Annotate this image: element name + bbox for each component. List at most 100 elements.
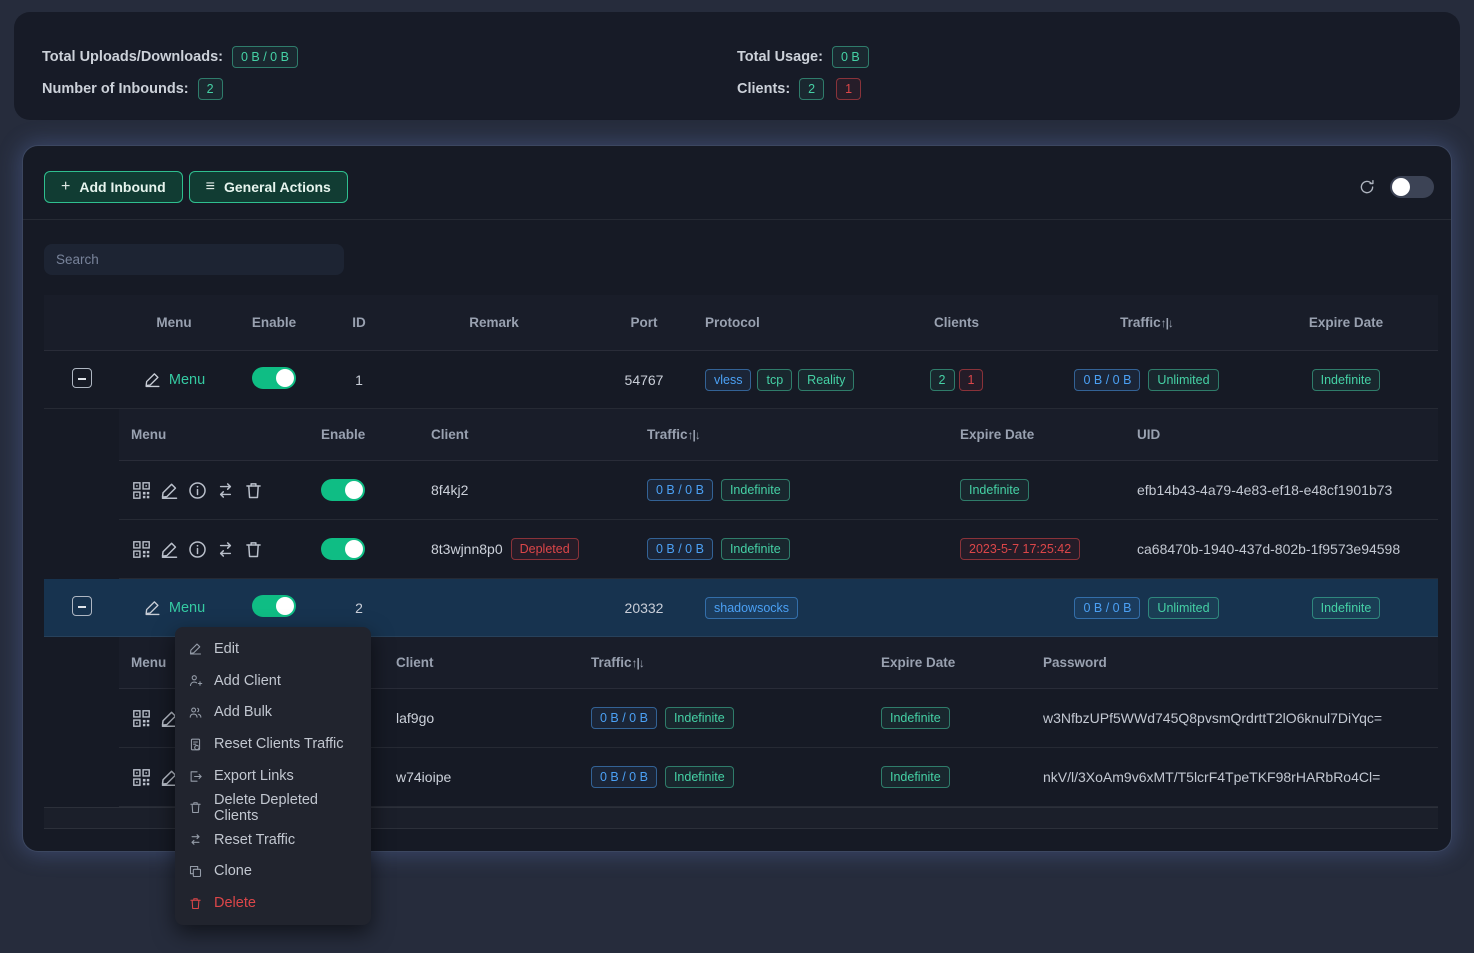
number-of-inbounds-label: Number of Inbounds: <box>42 81 189 97</box>
inbound-port: 20332 <box>589 600 699 616</box>
traffic-badge: 0 B / 0 B <box>647 479 713 501</box>
protocol-tag: vless <box>705 369 751 391</box>
traffic-limit-badge: Unlimited <box>1148 597 1218 619</box>
stats-card: Total Uploads/Downloads: 0 B / 0 B Numbe… <box>14 12 1460 120</box>
refresh-icon[interactable] <box>1358 178 1376 196</box>
clients-active-count: 2 <box>799 78 824 100</box>
traffic-badge: 0 B / 0 B <box>591 707 657 729</box>
qr-code-icon[interactable] <box>131 539 152 560</box>
info-icon[interactable] <box>187 539 208 560</box>
auto-refresh-toggle[interactable] <box>1390 176 1434 198</box>
add-inbound-label: Add Inbound <box>79 179 165 195</box>
menu-item-reset-clients-traffic[interactable]: Reset Clients Traffic <box>175 728 371 760</box>
expire-badge: Indefinite <box>960 479 1029 501</box>
enable-toggle[interactable] <box>252 367 296 389</box>
col-traffic-sortable[interactable]: Traffic↑|↓ <box>579 655 869 670</box>
col-client: Client <box>384 655 579 670</box>
col-remark: Remark <box>399 315 589 330</box>
depleted-badge: Depleted <box>511 538 579 560</box>
total-uploads-downloads-label: Total Uploads/Downloads: <box>42 49 223 65</box>
col-client: Client <box>419 427 635 442</box>
client-uid: ca68470b-1940-437d-802b-1f9573e94598 <box>1133 541 1438 557</box>
traffic-badge: 0 B / 0 B <box>591 766 657 788</box>
copy-icon <box>188 864 203 879</box>
inbound-id: 1 <box>319 372 399 388</box>
clients-table-1: Menu Enable Client Traffic↑|↓ Expire Dat… <box>119 409 1438 579</box>
trash-icon <box>188 896 203 911</box>
reset-traffic-icon[interactable] <box>215 539 236 560</box>
general-actions-label: General Actions <box>224 179 331 195</box>
menu-item-reset-traffic[interactable]: Reset Traffic <box>175 824 371 856</box>
menu-item-add-bulk[interactable]: Add Bulk <box>175 697 371 729</box>
search-input[interactable] <box>44 244 344 275</box>
clients-depleted-count: 1 <box>836 78 861 100</box>
menu-item-delete-depleted-clients[interactable]: Delete Depleted Clients <box>175 792 371 824</box>
inbound-port: 54767 <box>589 372 699 388</box>
client-row: 8f4kj2 0 B / 0 B Indefinite Indefinite e… <box>119 461 1438 520</box>
inbounds-table-header: Menu Enable ID Remark Port Protocol Clie… <box>44 295 1438 351</box>
traffic-badge: 0 B / 0 B <box>1074 369 1140 391</box>
add-inbound-button[interactable]: + Add Inbound <box>44 171 183 203</box>
expire-badge: Indefinite <box>1312 369 1381 391</box>
enable-toggle[interactable] <box>252 595 296 617</box>
menu-item-clone[interactable]: Clone <box>175 856 371 888</box>
col-expire-date: Expire Date <box>869 655 1039 670</box>
col-enable: Enable <box>309 427 419 442</box>
delete-client-icon[interactable] <box>243 539 264 560</box>
col-menu: Menu <box>119 427 309 442</box>
expire-badge: Indefinite <box>881 707 950 729</box>
protocol-tag: Reality <box>798 369 854 391</box>
reset-traffic-icon[interactable] <box>215 480 236 501</box>
traffic-limit-badge: Unlimited <box>1148 369 1218 391</box>
inbound-context-menu: Edit Add Client Add Bulk Reset Clients T… <box>175 627 371 925</box>
menu-label: Menu <box>169 600 205 616</box>
client-name: laf9go <box>384 710 579 726</box>
client-row: 8t3wjnn8p0 Depleted 0 B / 0 B Indefinite… <box>119 520 1438 579</box>
qr-code-icon[interactable] <box>131 480 152 501</box>
delete-client-icon[interactable] <box>243 480 264 501</box>
col-protocol: Protocol <box>699 315 874 330</box>
hamburger-icon: ≡ <box>206 178 215 196</box>
traffic-badge: 0 B / 0 B <box>647 538 713 560</box>
client-name: w74ioipe <box>384 769 579 785</box>
user-add-icon <box>188 673 203 688</box>
menu-item-edit[interactable]: Edit <box>175 633 371 665</box>
client-name: 8t3wjnn8p0 <box>431 541 503 557</box>
client-enable-toggle[interactable] <box>321 538 365 560</box>
info-icon[interactable] <box>187 480 208 501</box>
inbound-menu-trigger[interactable]: Menu <box>143 370 205 389</box>
col-expire-date: Expire Date <box>948 427 1133 442</box>
collapse-row-button[interactable] <box>72 368 92 388</box>
qr-code-icon[interactable] <box>131 708 152 729</box>
edit-client-icon[interactable] <box>159 539 180 560</box>
col-port: Port <box>589 315 699 330</box>
general-actions-button[interactable]: ≡ General Actions <box>189 171 348 203</box>
traffic-limit-badge: Indefinite <box>665 766 734 788</box>
export-icon <box>188 769 203 784</box>
col-traffic-sortable[interactable]: Traffic↑|↓ <box>1039 315 1254 330</box>
pencil-icon <box>188 641 203 656</box>
col-password: Password <box>1039 655 1438 670</box>
plus-icon: + <box>61 178 70 196</box>
inbound-menu-trigger[interactable]: Menu <box>143 598 205 617</box>
menu-item-export-links[interactable]: Export Links <box>175 760 371 792</box>
col-menu: Menu <box>119 315 229 330</box>
menu-item-delete[interactable]: Delete <box>175 887 371 919</box>
edit-client-icon[interactable] <box>159 480 180 501</box>
sort-icon: ↑|↓ <box>1161 316 1173 330</box>
protocol-tag: shadowsocks <box>705 597 798 619</box>
pencil-icon <box>143 370 162 389</box>
client-enable-toggle[interactable] <box>321 479 365 501</box>
col-traffic-sortable[interactable]: Traffic↑|↓ <box>635 427 948 442</box>
pencil-icon <box>143 598 162 617</box>
client-password: w3NfbzUPf5WWd745Q8pvsmQrdrttT2lO6knul7Di… <box>1039 710 1438 726</box>
menu-item-add-client[interactable]: Add Client <box>175 665 371 697</box>
qr-code-icon[interactable] <box>131 767 152 788</box>
collapse-row-button[interactable] <box>72 596 92 616</box>
client-uid: efb14b43-4a79-4e83-ef18-e48cf1901b73 <box>1133 482 1438 498</box>
expire-badge: Indefinite <box>881 766 950 788</box>
traffic-badge: 0 B / 0 B <box>1074 597 1140 619</box>
sort-icon: ↑|↓ <box>632 656 644 670</box>
number-of-inbounds-value: 2 <box>198 78 223 100</box>
toolbar-divider <box>23 219 1451 220</box>
